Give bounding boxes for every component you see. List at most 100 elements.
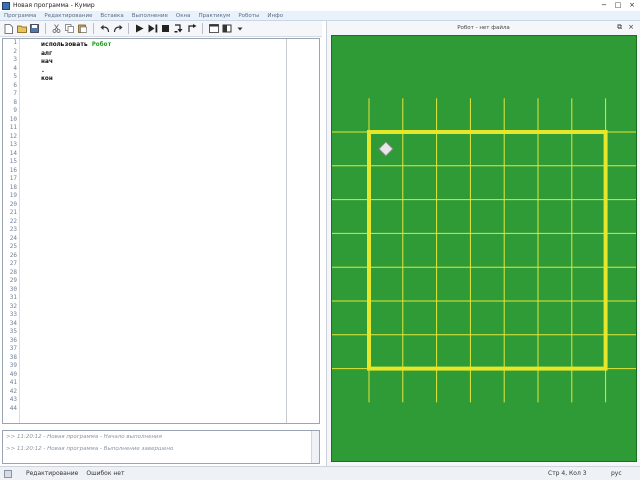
line-number-gutter: 1 2 3 4 5 6 7 8 9 10 11 12 13 14 15 16 17 18 19 20 21 22 23 24 2… — [3, 39, 20, 423]
run-icon[interactable] — [134, 23, 145, 34]
line-number: 16 — [9, 166, 17, 174]
line-number: 38 — [9, 353, 17, 361]
undo-icon[interactable] — [99, 23, 110, 34]
output-scrollbar[interactable] — [311, 431, 319, 463]
status-mode: Редактирование — [26, 470, 79, 477]
line-number: 12 — [9, 132, 17, 140]
code-use-keyword: использовать — [41, 40, 92, 48]
line-number: 42 — [9, 387, 17, 395]
line-number: 7 — [13, 90, 17, 97]
line-number: 5 — [13, 73, 17, 80]
code-editor[interactable]: 1 2 3 4 5 6 7 8 9 10 11 12 13 14 15 16 17 18 19 20 21 22 23 24 2… — [2, 38, 320, 424]
line-number: 13 — [9, 141, 17, 148]
status-errors: Ошибок нет — [86, 470, 125, 477]
line-number: 11 — [9, 124, 17, 131]
redo-icon[interactable] — [112, 23, 123, 34]
line-number: 39 — [9, 362, 17, 369]
step-run-icon[interactable] — [147, 23, 158, 34]
line-number: 35 — [9, 328, 17, 335]
menu-practicum[interactable]: Практикум — [195, 13, 235, 19]
line-number: 4 — [13, 64, 17, 72]
toolbar-separator — [202, 23, 203, 34]
output-line: >> 11:20:12 - Новая программа - Выполнен… — [6, 446, 174, 452]
code-line-3[interactable]: нач — [41, 57, 111, 66]
line-number: 34 — [9, 319, 17, 327]
dropdown-icon[interactable] — [234, 23, 245, 34]
line-number: 36 — [9, 336, 17, 344]
line-number: 3 — [13, 56, 17, 63]
robot-title-bar: Робот - нет файла ⧉ × — [327, 21, 640, 35]
code-area[interactable]: использовать Робот алг нач . кон — [41, 40, 111, 83]
line-number: 15 — [9, 158, 17, 165]
output-line: >> 11:20:12 - Новая программа - Начало в… — [6, 434, 162, 440]
line-number: 1 — [13, 39, 17, 46]
float-window-button[interactable]: ⧉ — [617, 23, 622, 32]
robot-window-title: Робот - нет файла — [457, 25, 510, 31]
editor-margin-line — [286, 39, 287, 423]
field-wall — [367, 130, 608, 371]
menu-program[interactable]: Программа — [0, 13, 40, 19]
new-file-icon[interactable] — [3, 23, 14, 34]
status-cursor-position: Стр 4, Кол 3 — [548, 470, 587, 477]
toolbar-separator — [128, 23, 129, 34]
output-panel[interactable]: >> 11:20:12 - Новая программа - Начало в… — [2, 430, 320, 464]
copy-icon[interactable] — [64, 23, 75, 34]
close-button[interactable]: × — [626, 1, 638, 10]
status-bar: Редактирование Ошибок нет Стр 4, Кол 3 р… — [0, 466, 640, 480]
window-title: Новая программа - Кумир — [13, 2, 95, 9]
minimize-button[interactable]: − — [598, 1, 610, 10]
line-number: 2 — [13, 47, 17, 55]
menu-bar: Программа Редактирование Вставка Выполне… — [0, 11, 640, 21]
close-robot-button[interactable]: × — [628, 23, 634, 32]
menu-windows[interactable]: Окна — [172, 13, 195, 19]
robot-field[interactable] — [331, 35, 637, 462]
window-icon[interactable] — [208, 23, 219, 34]
line-number: 37 — [9, 345, 17, 352]
line-number: 43 — [9, 396, 17, 403]
menu-insert[interactable]: Вставка — [96, 13, 127, 19]
robot-field-canvas[interactable] — [332, 36, 637, 462]
stop-icon[interactable] — [160, 23, 171, 34]
line-number: 8 — [13, 98, 17, 106]
menu-robots[interactable]: Роботы — [234, 13, 263, 19]
toolbar-separator — [93, 23, 94, 34]
maximize-button[interactable]: □ — [612, 1, 624, 10]
menu-info[interactable]: Инфо — [263, 13, 287, 19]
line-number: 29 — [9, 277, 17, 284]
line-number: 9 — [13, 107, 17, 114]
line-number: 17 — [9, 175, 17, 182]
step-out-icon[interactable] — [186, 23, 197, 34]
window-split-icon[interactable] — [221, 23, 232, 34]
line-number: 10 — [9, 115, 17, 123]
line-number: 22 — [9, 217, 17, 225]
robot-marker — [378, 141, 394, 157]
code-line-2[interactable]: алг — [41, 49, 111, 58]
line-number: 30 — [9, 285, 17, 293]
code-line-5[interactable]: кон — [41, 74, 111, 83]
step-into-icon[interactable] — [173, 23, 184, 34]
robot-window-controls: ⧉ × — [617, 23, 634, 32]
line-number: 21 — [9, 209, 17, 216]
menu-edit[interactable]: Редактирование — [40, 13, 96, 19]
open-folder-icon[interactable] — [16, 23, 27, 34]
save-icon[interactable] — [29, 23, 40, 34]
code-line-4[interactable]: . — [41, 66, 111, 75]
toolbar — [0, 21, 322, 37]
line-number: 33 — [9, 311, 17, 318]
line-number: 20 — [9, 200, 17, 208]
menu-run[interactable]: Выполнение — [128, 13, 172, 19]
code-robot-keyword: Робот — [91, 40, 112, 48]
robot-window: Робот - нет файла ⧉ × — [326, 21, 640, 466]
line-number: 40 — [9, 370, 17, 378]
status-language: рус — [611, 470, 622, 477]
paste-icon[interactable] — [77, 23, 88, 34]
line-number: 26 — [9, 251, 17, 259]
line-number: 24 — [9, 234, 17, 242]
line-number: 32 — [9, 302, 17, 310]
line-number: 28 — [9, 268, 17, 276]
line-number: 19 — [9, 192, 17, 199]
cut-icon[interactable] — [51, 23, 62, 34]
code-line-1[interactable]: использовать Робот — [41, 40, 111, 49]
status-icon — [4, 469, 12, 478]
toolbar-separator — [45, 23, 46, 34]
